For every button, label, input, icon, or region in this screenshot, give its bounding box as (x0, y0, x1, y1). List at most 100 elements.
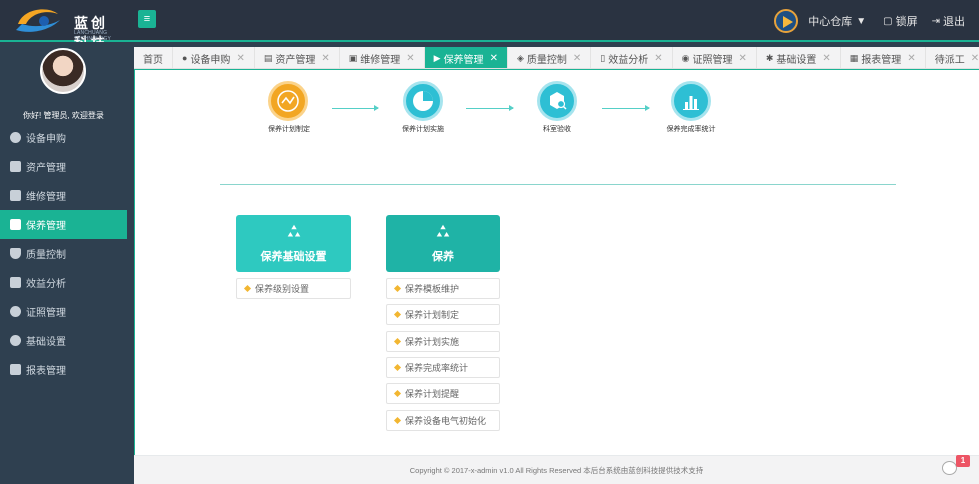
sidebar-item-license-management[interactable]: 证照管理 (0, 297, 127, 326)
flow-step-completion-statistics[interactable] (671, 81, 711, 121)
close-icon[interactable]: ✕ (573, 53, 581, 64)
tab-label: 基础设置 (776, 54, 817, 66)
flow-step-department-acceptance[interactable] (537, 81, 577, 121)
copyright-text: Copyright © 2017-x-admin v1.0 All Rights… (409, 466, 704, 475)
sidebar-item-label: 证照管理 (26, 308, 66, 319)
warehouse-avatar[interactable] (774, 9, 799, 33)
card-maintenance-basic-settings[interactable]: 保养基础设置 (236, 215, 351, 272)
tab-label: 证照管理 (692, 54, 733, 66)
tab-report-management[interactable]: ▦ 报表管理 ✕ (841, 47, 926, 68)
close-icon[interactable]: ✕ (738, 53, 746, 64)
sidebar-item-equipment-purchase[interactable]: 设备申购 (0, 123, 127, 152)
tab-pending-dispatch[interactable]: 待派工 ✕ (926, 47, 979, 68)
footer: Copyright © 2017-x-admin v1.0 All Rights… (134, 455, 979, 484)
diamond-bullet-icon (393, 363, 402, 372)
gear-icon: ✱ (765, 52, 774, 63)
card-link-label: 保养计划提醒 (405, 389, 460, 399)
key-icon: ◉ (681, 52, 690, 63)
sidebar-item-quality-control[interactable]: 质量控制 (0, 239, 127, 268)
tab-maintenance-management[interactable]: ▶ 保养管理 ✕ (424, 47, 508, 68)
main-content: 保养计划制定 保养计划实施 科室验收 保养完成率统计 保养基础设置 保养级别设置… (134, 69, 979, 455)
sidebar-item-label: 质量控制 (26, 250, 66, 261)
card-link-template-maintenance[interactable]: 保养模板维护 (386, 278, 500, 299)
sidebar-nav: 设备申购 资产管理 维修管理 保养管理 质量控制 效益分析 证照管理 基础设置 (0, 123, 127, 384)
flow-step-plan-formulation[interactable] (268, 81, 308, 121)
card-link-plan-formulation[interactable]: 保养计划制定 (386, 304, 500, 325)
shield-icon: ◈ (516, 52, 524, 63)
caret-down-icon: ▼ (856, 15, 867, 27)
lock-screen-button[interactable]: ▢ 锁屏 (883, 13, 917, 29)
diamond-bullet-icon (393, 337, 402, 346)
tab-label: 质量控制 (526, 54, 567, 66)
user-avatar[interactable] (40, 48, 86, 94)
flow-step-label: 保养完成率统计 (666, 126, 716, 133)
flow-step-plan-implementation[interactable] (403, 81, 443, 121)
sidebar-item-label: 维修管理 (26, 192, 66, 203)
tab-asset-management[interactable]: ▤ 资产管理 ✕ (255, 47, 340, 68)
warehouse-label: 中心仓库 (808, 16, 853, 28)
close-icon[interactable]: ✕ (822, 53, 830, 64)
bar-chart-icon (683, 96, 699, 110)
warehouse-dropdown[interactable]: 中心仓库 ▼ (808, 13, 869, 29)
flow-arrow (602, 105, 650, 111)
sidebar-item-basic-settings[interactable]: 基础设置 (0, 326, 127, 355)
sidebar-item-report-management[interactable]: 报表管理 (0, 355, 127, 384)
tab-home[interactable]: 首页 (134, 47, 173, 68)
close-icon[interactable]: ✕ (907, 53, 915, 64)
tab-label: 维修管理 (360, 54, 401, 66)
close-icon[interactable]: ✕ (406, 53, 414, 64)
logout-button[interactable]: ⇥ 退出 (932, 13, 965, 29)
menu-toggle-button[interactable]: ≡ (138, 10, 156, 28)
flow-step-label: 保养计划制定 (268, 126, 310, 133)
diamond-bullet-icon (393, 389, 402, 398)
logout-icon: ⇥ (931, 15, 940, 27)
card-link-plan-implementation[interactable]: 保养计划实施 (386, 331, 500, 352)
tab-equipment-purchase[interactable]: ● 设备申购 ✕ (173, 47, 255, 68)
flow-step-label: 保养计划实施 (402, 126, 444, 133)
section-divider (220, 184, 896, 185)
lock-label: 锁屏 (895, 16, 918, 28)
tab-quality-control[interactable]: ◈ 质量控制 ✕ (508, 47, 592, 68)
card-link-completion-statistics[interactable]: 保养完成率统计 (386, 357, 500, 378)
card-link-label: 保养计划制定 (405, 310, 460, 320)
recycle-icon (287, 224, 300, 237)
sidebar-item-label: 设备申购 (26, 134, 66, 145)
sidebar-item-repair-management[interactable]: 维修管理 (0, 181, 127, 210)
tab-label: 保养管理 (443, 54, 484, 66)
tab-benefit-analysis[interactable]: ▯ 效益分析 ✕ (591, 47, 673, 68)
sidebar-item-maintenance-management[interactable]: 保养管理 (0, 210, 127, 239)
sidebar-item-label: 保养管理 (26, 221, 66, 232)
close-icon[interactable]: ✕ (490, 53, 498, 64)
recycle-icon (436, 224, 450, 237)
card-link-electrical-init[interactable]: 保养设备电气初始化 (386, 410, 500, 431)
close-icon[interactable]: ✕ (654, 53, 662, 64)
close-icon[interactable]: ✕ (971, 53, 979, 64)
document-icon (10, 277, 21, 288)
chat-icon[interactable] (942, 461, 957, 475)
card-link-maintenance-level[interactable]: 保养级别设置 (236, 278, 351, 299)
sidebar-item-label: 报表管理 (26, 366, 66, 377)
card-title: 保养基础设置 (260, 251, 327, 263)
sidebar-item-benefit-analysis[interactable]: 效益分析 (0, 268, 127, 297)
wrench-icon (10, 190, 21, 201)
tab-label: 待派工 (934, 54, 965, 66)
top-right-menu: 中心仓库 ▼ ▢ 锁屏 ⇥ 退出 (774, 0, 979, 42)
shield-icon (10, 248, 21, 259)
sidebar-item-label: 基础设置 (26, 337, 66, 348)
chart-line-icon (277, 90, 299, 112)
sidebar-item-asset-management[interactable]: 资产管理 (0, 152, 127, 181)
close-icon[interactable]: ✕ (236, 53, 244, 64)
top-bar: 蓝创科技 LANCHUANG TECHNOLOGY ≡ 中心仓库 ▼ ▢ 锁屏 … (0, 0, 979, 51)
notification-badge: 1 (956, 455, 970, 467)
brand-subtitle: LANCHUANG TECHNOLOGY (74, 30, 112, 42)
video-icon (10, 219, 21, 230)
close-icon[interactable]: ✕ (321, 53, 329, 64)
card-link-plan-reminder[interactable]: 保养计划提醒 (386, 383, 500, 404)
tab-license-management[interactable]: ◉ 证照管理 ✕ (673, 47, 757, 68)
tab-repair-management[interactable]: ▣ 维修管理 ✕ (340, 47, 425, 68)
logo[interactable]: 蓝创科技 LANCHUANG TECHNOLOGY (14, 4, 124, 51)
card-maintenance[interactable]: 保养 (386, 215, 500, 272)
circle-icon (10, 132, 21, 143)
tab-basic-settings[interactable]: ✱ 基础设置 ✕ (757, 47, 841, 68)
lock-icon: ▢ (883, 15, 893, 27)
